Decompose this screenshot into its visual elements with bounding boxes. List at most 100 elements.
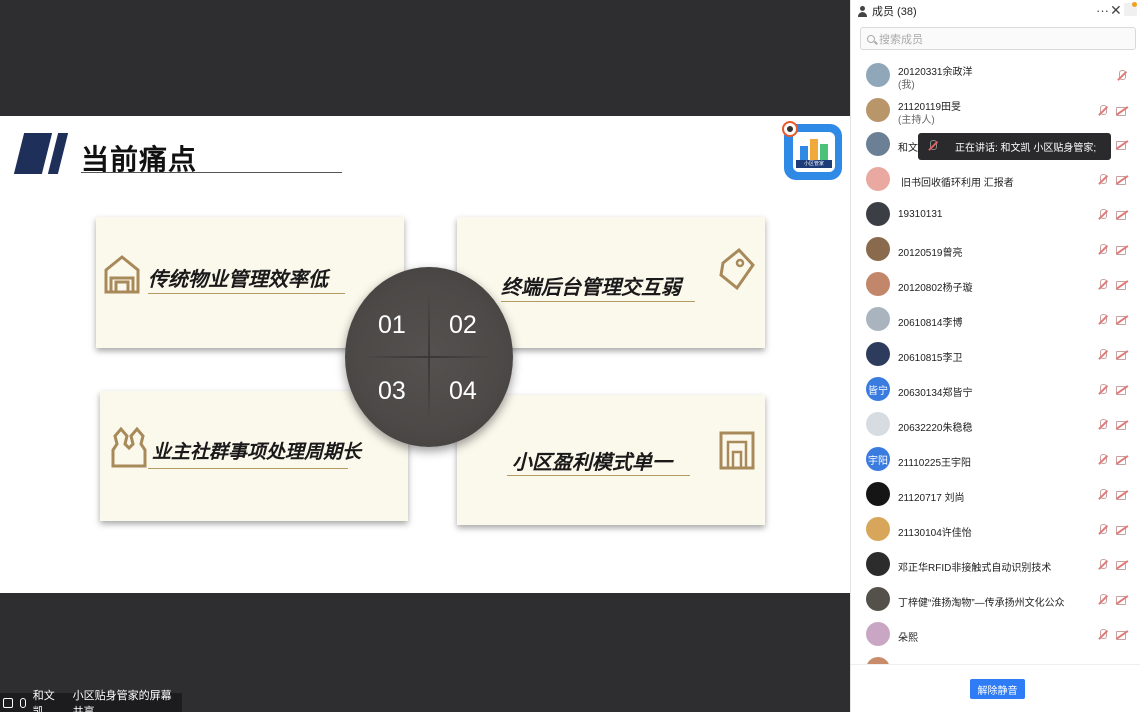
member-row[interactable]: 宇阳 21110225王宇阳	[851, 443, 1140, 478]
member-row[interactable]: 20632220朱稳稳	[851, 408, 1140, 443]
member-row[interactable]: 朵熙	[851, 618, 1140, 653]
mic-muted-icon[interactable]	[1098, 594, 1108, 606]
avatar	[866, 167, 890, 191]
share-text: 小区贴身管家的屏幕共享	[72, 689, 172, 712]
member-row[interactable]: 21120119田旻 (主持人)	[851, 93, 1140, 128]
member-row[interactable]: 旧书回收循环利用 汇报者	[851, 163, 1140, 198]
member-name: 20630134郑皆宁	[898, 388, 973, 399]
member-search-input[interactable]: 搜索成员	[860, 27, 1136, 50]
member-row[interactable]: 20120331余政洋 (我)	[851, 58, 1140, 93]
more-button[interactable]: ···	[1096, 3, 1109, 18]
mic-muted-icon[interactable]	[1098, 384, 1108, 396]
member-name: 19310131	[898, 209, 943, 220]
avatar	[866, 552, 890, 576]
pain-point-card-4: 小区盈利模式单一	[457, 395, 765, 525]
camera-off-icon[interactable]	[1116, 385, 1128, 395]
member-row[interactable]: 20120519曾亮	[851, 233, 1140, 268]
member-name: 20120519曾亮	[898, 248, 963, 259]
member-row[interactable]: 皆宁 20630134郑皆宁	[851, 373, 1140, 408]
avatar	[866, 622, 890, 646]
mic-muted-icon	[928, 140, 938, 152]
camera-off-icon[interactable]	[1116, 595, 1128, 605]
close-button[interactable]: ✕	[1110, 2, 1122, 19]
mic-muted-icon[interactable]	[1098, 279, 1108, 291]
mic-muted-icon[interactable]	[1098, 629, 1108, 641]
camera-off-icon[interactable]	[1116, 420, 1128, 430]
mic-muted-icon[interactable]	[1098, 524, 1108, 536]
camera-off-icon[interactable]	[1116, 630, 1128, 640]
member-role: (主持人)	[898, 115, 935, 126]
mic-muted-icon[interactable]	[1098, 559, 1108, 571]
member-name: 20120802杨子璇	[898, 283, 973, 294]
avatar	[866, 63, 890, 87]
mic-muted-icon[interactable]	[1098, 314, 1108, 326]
mic-muted-icon[interactable]	[1098, 454, 1108, 466]
member-row[interactable]: 丁梓健“淮扬淘物”—传承扬州文化公众	[851, 583, 1140, 618]
member-name: 邓正华RFID非接触式自动识别技术	[898, 563, 1052, 574]
number-01: 01	[378, 311, 406, 339]
member-name: 朵熙	[898, 633, 918, 644]
member-row[interactable]: 20610815李卫	[851, 338, 1140, 373]
camera-off-icon[interactable]	[1116, 350, 1128, 360]
tag-icon	[719, 247, 755, 291]
camera-icon	[782, 121, 798, 137]
camera-off-icon[interactable]	[1116, 525, 1128, 535]
mic-muted-icon[interactable]	[1098, 244, 1108, 256]
mic-muted-icon[interactable]	[1117, 70, 1127, 82]
avatar	[866, 98, 890, 122]
camera-off-icon[interactable]	[1116, 106, 1128, 116]
member-row[interactable]	[851, 653, 1140, 664]
mic-muted-icon[interactable]	[1098, 105, 1108, 117]
mic-muted-icon[interactable]	[1098, 174, 1108, 186]
mic-muted-icon[interactable]	[1098, 489, 1108, 501]
member-name: 丁梓健“淮扬淘物”—传承扬州文化公众	[898, 598, 1065, 609]
mic-muted-icon[interactable]	[1098, 419, 1108, 431]
house-icon	[104, 255, 140, 294]
camera-off-icon[interactable]	[1116, 140, 1128, 150]
screen-share-indicator[interactable]: 和文凯 小区贴身管家的屏幕共享	[0, 690, 182, 712]
camera-off-icon[interactable]	[1116, 560, 1128, 570]
camera-off-icon[interactable]	[1116, 280, 1128, 290]
member-row[interactable]: 19310131	[851, 198, 1140, 233]
camera-off-icon[interactable]	[1116, 175, 1128, 185]
mic-icon	[20, 697, 26, 708]
notification-icon[interactable]	[1124, 2, 1137, 16]
member-role: (我)	[898, 80, 915, 91]
member-row[interactable]: 21120717 刘尚	[851, 478, 1140, 513]
avatar	[866, 202, 890, 226]
card-text: 小区盈利模式单一	[512, 450, 672, 474]
member-row[interactable]: 20610814李博	[851, 303, 1140, 338]
search-icon	[867, 34, 875, 43]
card-underline	[148, 293, 345, 294]
user-icon	[857, 5, 868, 17]
unmute-button[interactable]: 解除静音	[970, 679, 1025, 699]
card-underline	[501, 301, 695, 302]
card-text: 传统物业管理效率低	[148, 267, 328, 291]
member-name: 21110225王宇阳	[898, 458, 972, 469]
avatar: 皆宁	[866, 377, 890, 401]
member-name: 旧书回收循环利用 汇报者	[901, 178, 1014, 189]
card-text: 终端后台管理交互弱	[501, 275, 681, 299]
avatar	[866, 657, 890, 664]
mic-muted-icon[interactable]	[1098, 349, 1108, 361]
member-row[interactable]: 20120802杨子璇	[851, 268, 1140, 303]
member-name: 和文	[898, 143, 918, 154]
mic-muted-icon[interactable]	[1098, 209, 1108, 221]
speaking-text: 正在讲话: 和文凯 小区贴身管家;	[955, 143, 1097, 154]
member-name: 21130104许佳怡	[898, 528, 972, 539]
number-02: 02	[449, 311, 477, 339]
shared-screen: 当前痛点 小区管家 传统物业管理效率低 终端后台管理交互弱 业主社群事项处理周期…	[0, 0, 850, 712]
member-name: 20632220朱稳稳	[898, 423, 973, 434]
speaking-tooltip: 正在讲话: 和文凯 小区贴身管家;	[918, 133, 1111, 160]
member-row[interactable]: 邓正华RFID非接触式自动识别技术	[851, 548, 1140, 583]
camera-off-icon[interactable]	[1116, 210, 1128, 220]
member-row[interactable]: 21130104许佳怡	[851, 513, 1140, 548]
member-name: 20610814李博	[898, 318, 963, 329]
avatar	[866, 482, 890, 506]
title-underline	[81, 172, 342, 173]
camera-off-icon[interactable]	[1116, 245, 1128, 255]
camera-off-icon[interactable]	[1116, 315, 1128, 325]
camera-off-icon[interactable]	[1116, 490, 1128, 500]
avatar	[866, 237, 890, 261]
camera-off-icon[interactable]	[1116, 455, 1128, 465]
